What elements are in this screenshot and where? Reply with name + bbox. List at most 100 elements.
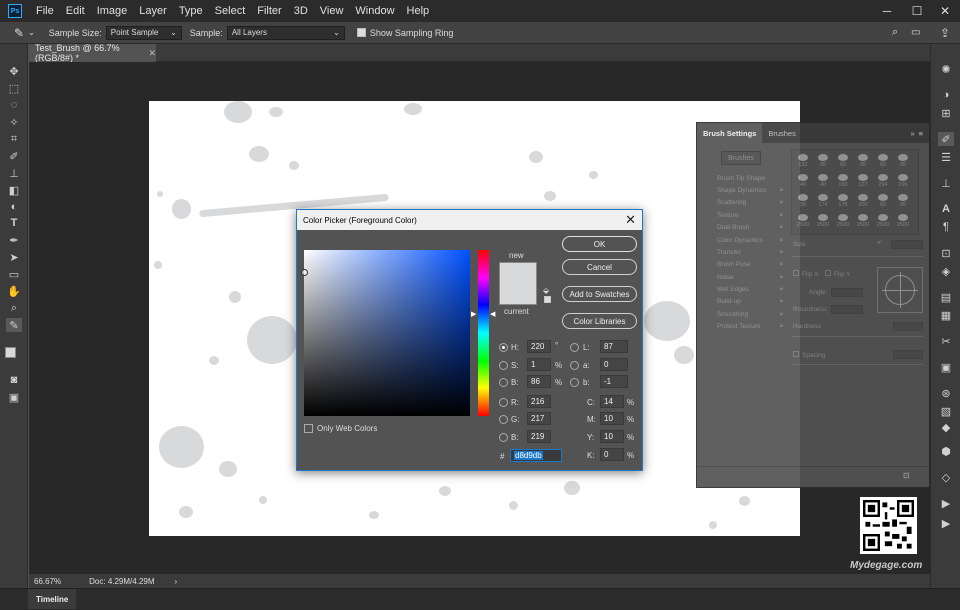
close-window-button[interactable]: ✕ [930,0,960,22]
sample-select[interactable]: All Layers ⌄ [226,25,345,40]
saturation-brightness-field[interactable] [301,250,470,416]
color-libraries-button[interactable]: Color Libraries [562,313,637,329]
glyphs-icon[interactable]: ⊡ [938,246,954,260]
hue-field[interactable]: 220 [527,340,551,353]
spacing-checkbox[interactable]: Spacing [793,351,826,359]
yellow-field[interactable]: 10 [600,430,624,443]
menu-layer[interactable]: Layer [133,0,173,22]
brush-preset[interactable]: 296 [894,172,912,188]
brush-option-shape-dynamics[interactable]: Shape Dynamics 🔒︎ [705,184,785,196]
red-field[interactable]: 216 [527,395,551,408]
brush-option-build-up[interactable]: Build-up 🔒︎ [705,295,785,307]
brush-option-dual-brush[interactable]: Dual Brush 🔒︎ [705,221,785,233]
tool-preset-chevron-icon[interactable]: ⌄ [28,28,35,37]
roundness-field[interactable] [831,305,863,314]
hue-slider[interactable] [478,250,489,416]
brush-settings-icon[interactable]: ✐ [938,132,954,146]
eyedropper-tool-icon[interactable]: ✎ [6,318,22,332]
spacing-slider[interactable] [791,364,923,365]
tab-brushes[interactable]: Brushes [762,123,802,143]
brush-option-wet-edges[interactable]: Wet Edges 🔒︎ [705,283,785,295]
search-icon[interactable]: ⌕ [892,26,898,39]
blue-radio[interactable] [499,433,508,442]
minimize-button[interactable]: ─ [872,0,902,22]
hue-radio[interactable] [499,343,508,352]
a-channel-field[interactable]: 0 [600,358,628,371]
menu-image[interactable]: Image [91,0,134,22]
artboard-icon[interactable]: ▣ [938,360,954,374]
3d-icon[interactable]: ◇ [938,470,954,484]
brush-preset[interactable]: 90 [894,192,912,208]
a-channel-radio[interactable] [570,361,579,370]
size-field[interactable] [891,240,923,249]
brightness-radio[interactable] [499,378,508,387]
hex-field[interactable]: d8d9db [510,449,562,462]
spacing-field[interactable] [893,350,923,359]
zoom-tool-icon[interactable]: ⌕ [6,301,22,315]
cyan-field[interactable]: 14 [600,395,624,408]
menu-type[interactable]: Type [173,0,209,22]
brush-preset[interactable]: 2500 [854,212,872,228]
show-sampling-ring-checkbox[interactable]: Show Sampling Ring [356,28,453,38]
brush-preset[interactable]: 60 [894,152,912,168]
pen-tool-icon[interactable]: ✒ [6,233,22,247]
notes-icon[interactable]: ▦ [938,308,954,322]
b-channel-radio[interactable] [570,378,579,387]
brush-preset[interactable]: 132 [794,152,812,168]
brush-preset[interactable]: 2500 [794,212,812,228]
web-safe-cube-icon[interactable] [544,296,551,303]
gamut-warning-icon[interactable]: ⬙ [543,286,549,295]
brush-preset[interactable]: 174 [814,192,832,208]
quick-mask-icon[interactable]: ◙ [6,373,22,387]
brushes-button[interactable]: Brushes [721,151,761,165]
screen-mode-icon[interactable]: ▣ [6,390,22,404]
brush-option-color-dynamics[interactable]: Color Dynamics 🔒︎ [705,234,785,246]
brush-preset[interactable]: 60 [874,152,892,168]
brush-preset[interactable]: 60 [854,152,872,168]
move-tool-icon[interactable]: ✥ [6,64,22,78]
cancel-button[interactable]: Cancel [562,259,637,275]
brush-preset[interactable]: 60 [834,152,852,168]
clone-stamp-tool-icon[interactable]: ⊥ [6,166,22,180]
character-icon[interactable]: A [938,202,954,216]
sample-size-select[interactable]: Point Sample ⌄ [105,25,182,40]
styles-icon[interactable]: ◈ [938,264,954,278]
saturation-radio[interactable] [499,361,508,370]
brush-preset[interactable]: 40 [814,172,832,188]
foreground-color-swatch[interactable] [5,347,16,358]
size-slider[interactable] [791,256,923,257]
hardness-field[interactable] [893,322,923,331]
lightness-field[interactable]: 87 [600,340,628,353]
brush-preset[interactable]: 2500 [874,212,892,228]
brush-option-smoothing[interactable]: Smoothing 🔒︎ [705,308,785,320]
menu-3d[interactable]: 3D [288,0,314,22]
paths-icon[interactable]: ⬢ [938,444,954,458]
brush-preset[interactable]: 2500 [834,212,852,228]
menu-file[interactable]: File [30,0,60,22]
libraries-icon[interactable]: ▤ [938,290,954,304]
brush-option-texture[interactable]: Texture 🔒︎ [705,209,785,221]
menu-edit[interactable]: Edit [60,0,91,22]
tab-timeline[interactable]: Timeline [28,589,77,609]
brush-preset[interactable]: 2500 [814,212,832,228]
menu-window[interactable]: Window [349,0,400,22]
blue-field[interactable]: 219 [527,430,551,443]
green-field[interactable]: 217 [527,412,551,425]
reset-size-icon[interactable]: ↶ [877,239,882,247]
color-selector-ring[interactable] [301,269,308,276]
flip-x-checkbox[interactable]: Flip X [793,270,819,278]
panel-menu-icon[interactable]: ≡ [919,129,923,138]
eraser-tool-icon[interactable]: ◧ [6,183,22,197]
shape-tool-icon[interactable]: ▭ [6,267,22,281]
eyedropper-tool-icon[interactable]: ✎ [14,26,24,40]
brush-preset[interactable]: 127 [854,172,872,188]
only-web-colors-checkbox[interactable]: Only Web Colors [304,424,377,433]
learn-icon[interactable]: ✺ [938,62,954,76]
green-radio[interactable] [499,415,508,424]
close-icon[interactable]: ✕ [625,212,636,228]
zoom-level[interactable]: 66.67% [34,577,61,586]
channels-icon[interactable]: ▧ [938,404,954,418]
actions-icon[interactable]: ▶ [938,496,954,510]
black-field[interactable]: 0 [600,448,624,461]
share-icon[interactable]: ⇪ [940,26,950,40]
